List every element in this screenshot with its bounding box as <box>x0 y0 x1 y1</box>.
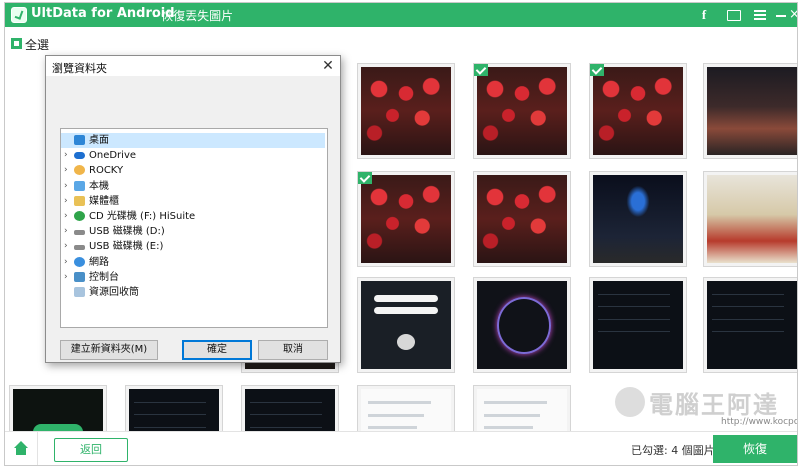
expand-chevron-icon[interactable]: › <box>64 255 72 270</box>
cancel-button[interactable]: 取消 <box>258 340 328 360</box>
selected-count: 已勾選: 4 個圖片 <box>631 444 715 457</box>
usb-drive-icon <box>74 245 85 251</box>
home-button[interactable] <box>5 432 38 465</box>
network-icon <box>74 256 85 267</box>
folder-tree-label: 控制台 <box>89 271 119 283</box>
photo-tile[interactable] <box>357 171 455 267</box>
title-bar: UltData for Android - 恢復丟失圖片 f × <box>5 3 797 27</box>
control-panel-icon <box>74 271 85 282</box>
user-icon <box>74 165 85 176</box>
photo-tile[interactable] <box>589 277 687 373</box>
photo-tile[interactable] <box>473 277 571 373</box>
folder-tree-item[interactable]: › 本機 <box>61 179 325 194</box>
photo-thumbnail <box>707 281 797 369</box>
watermark-text: 電腦王阿達 <box>649 391 779 419</box>
usb-drive-icon <box>74 230 85 236</box>
footer-bar: 返回 已勾選: 4 個圖片 恢復 <box>5 431 797 465</box>
app-subtitle: - 恢復丟失圖片 <box>153 9 234 23</box>
dialog-title: 瀏覽資料夾 <box>52 62 107 75</box>
selected-check-icon[interactable] <box>358 172 372 184</box>
expand-chevron-icon[interactable]: › <box>64 239 72 254</box>
cd-drive-icon <box>74 211 85 221</box>
folder-tree-label: CD 光碟機 (F:) HiSuite <box>89 211 196 222</box>
photo-thumbnail <box>707 67 797 155</box>
recycle-bin-icon <box>74 287 85 297</box>
expand-chevron-icon[interactable]: › <box>64 179 72 194</box>
ok-button[interactable]: 確定 <box>182 340 252 360</box>
folder-tree-item[interactable]: › CD 光碟機 (F:) HiSuite <box>61 209 325 224</box>
folder-tree[interactable]: 桌面 › OneDrive › ROCKY › 本機 › 媒體櫃 › CD 光碟機 (F:) HiS… <box>60 128 328 328</box>
folder-tree-label: ROCKY <box>89 165 124 177</box>
photo-tile[interactable] <box>703 63 797 159</box>
folder-tree-item[interactable]: › 網路 <box>61 255 325 270</box>
expand-chevron-icon[interactable]: › <box>64 270 72 285</box>
recover-button[interactable]: 恢復 <box>713 435 797 463</box>
dialog-close-icon[interactable]: ✕ <box>320 58 336 74</box>
watermark-logo-icon <box>615 387 645 417</box>
photo-thumbnail <box>361 67 451 155</box>
photo-thumbnail <box>477 67 567 155</box>
folder-tree-label: 桌面 <box>89 135 109 146</box>
photo-tile[interactable] <box>473 171 571 267</box>
photo-thumbnail <box>361 281 451 369</box>
photo-tile[interactable] <box>589 63 687 159</box>
minimize-icon[interactable] <box>775 6 787 24</box>
photo-tile[interactable] <box>589 171 687 267</box>
expand-chevron-icon[interactable]: › <box>64 148 72 163</box>
app-window: UltData for Android - 恢復丟失圖片 f × 全選 電腦王阿… <box>4 2 798 466</box>
folder-tree-label: 資源回收筒 <box>89 287 139 298</box>
dialog-title-bar: 瀏覽資料夾 ✕ <box>46 56 340 76</box>
photo-thumbnail <box>593 67 683 155</box>
expand-chevron-icon[interactable]: › <box>64 194 72 209</box>
expand-chevron-icon[interactable]: › <box>64 163 72 178</box>
photo-thumbnail <box>593 281 683 369</box>
folder-tree-item[interactable]: › USB 磁碟機 (E:) <box>61 239 325 254</box>
photo-tile[interactable] <box>357 63 455 159</box>
select-all-checkbox[interactable] <box>11 38 22 49</box>
photo-thumbnail <box>707 175 797 263</box>
photo-tile[interactable] <box>703 277 797 373</box>
cloud-icon <box>74 152 85 160</box>
photo-thumbnail <box>361 175 451 263</box>
expand-chevron-icon[interactable]: › <box>64 209 72 224</box>
facebook-icon[interactable]: f <box>697 6 711 24</box>
folder-tree-item[interactable]: › USB 磁碟機 (D:) <box>61 224 325 239</box>
photo-tile[interactable] <box>473 63 571 159</box>
close-icon[interactable]: × <box>789 6 797 24</box>
expand-chevron-icon[interactable]: › <box>64 224 72 239</box>
photo-thumbnail <box>477 281 567 369</box>
folder-tree-label: USB 磁碟機 (E:) <box>89 241 164 253</box>
new-folder-button[interactable]: 建立新資料夾(M) <box>60 340 158 360</box>
folder-tree-item[interactable]: 桌面 <box>61 133 325 148</box>
back-button[interactable]: 返回 <box>54 438 128 462</box>
home-icon <box>14 441 28 448</box>
library-icon <box>74 195 85 206</box>
watermark: 電腦王阿達 http://www.kocpc.com.tw <box>613 383 797 431</box>
folder-tree-label: OneDrive <box>89 150 137 162</box>
browse-folder-dialog: 瀏覽資料夾 ✕ 桌面 › OneDrive › ROCKY › 本機 › 媒體櫃 › CD 光碟機 … <box>45 55 341 363</box>
feedback-icon[interactable] <box>725 6 741 24</box>
folder-tree-item[interactable]: › ROCKY <box>61 163 325 178</box>
photo-thumbnail <box>477 175 567 263</box>
folder-tree-label: 網路 <box>89 256 109 268</box>
folder-tree-item[interactable]: › 控制台 <box>61 270 325 285</box>
selected-check-icon[interactable] <box>474 64 488 76</box>
photo-tile[interactable] <box>703 171 797 267</box>
selected-check-icon[interactable] <box>590 64 604 76</box>
folder-tree-label: 媒體櫃 <box>89 195 119 207</box>
photo-tile[interactable] <box>357 277 455 373</box>
folder-tree-item[interactable]: › OneDrive <box>61 148 325 163</box>
computer-icon <box>74 180 85 191</box>
app-logo-icon <box>11 7 27 23</box>
desktop-icon <box>74 135 85 145</box>
photo-thumbnail <box>593 175 683 263</box>
watermark-url: http://www.kocpc.com.tw <box>721 417 797 427</box>
folder-tree-label: 本機 <box>89 180 109 192</box>
folder-tree-item[interactable]: › 媒體櫃 <box>61 194 325 209</box>
folder-tree-label: USB 磁碟機 (D:) <box>89 226 165 238</box>
folder-tree-item[interactable]: 資源回收筒 <box>61 285 325 300</box>
menu-icon[interactable] <box>753 6 767 24</box>
select-all-label: 全選 <box>25 38 50 52</box>
